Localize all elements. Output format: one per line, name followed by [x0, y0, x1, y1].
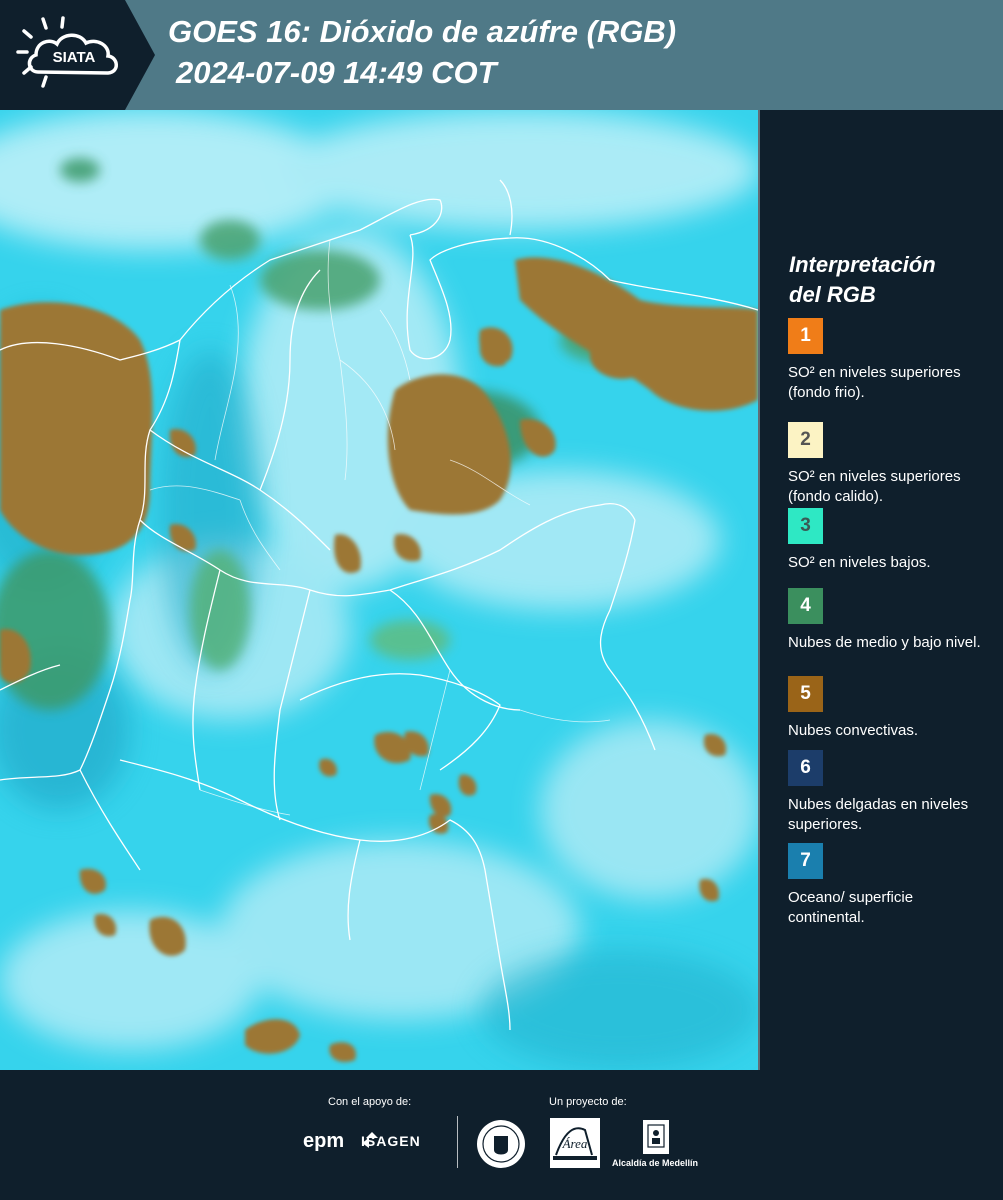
project-label: Un proyecto de:	[549, 1096, 627, 1108]
legend-text-6: Nubes delgadas en niveles superiores.	[788, 796, 969, 833]
legend-item-1: 1 SO² en niveles superiores (fondo frio).	[788, 318, 993, 403]
legend-text-1: SO² en niveles superiores (fondo frio).	[788, 364, 961, 401]
legend-title-line1: Interpretación	[789, 252, 936, 277]
medellin-seal-icon	[477, 1120, 525, 1168]
legend-swatch-6: 6	[788, 750, 823, 786]
legend-item-6: 6 Nubes delgadas en niveles superiores.	[788, 750, 993, 835]
svg-text:Área: Área	[562, 1136, 588, 1151]
alcaldia-shield-icon	[643, 1120, 669, 1154]
legend-text-7: Oceano/ superficie continental.	[788, 889, 914, 926]
legend-panel: Interpretación del RGB 1 SO² en niveles s…	[760, 110, 1003, 1070]
support-label: Con el apoyo de:	[328, 1096, 412, 1108]
satellite-map-image	[0, 110, 758, 1070]
legend-title: Interpretación del RGB	[789, 250, 989, 310]
legend-item-4: 4 Nubes de medio y bajo nivel.	[788, 588, 993, 653]
alcaldia-logo-text: Alcaldía de Medellín	[612, 1158, 699, 1168]
footer-divider	[457, 1116, 458, 1168]
legend-item-2: 2 SO² en niveles superiores (fondo calido…	[788, 422, 993, 507]
legend-item-3: 3 SO² en niveles bajos.	[788, 508, 993, 573]
siata-logo-graphic: SIATA	[0, 0, 155, 110]
legend-swatch-2: 2	[788, 422, 823, 458]
legend-text-5: Nubes convectivas.	[788, 722, 919, 739]
footer-logos: Área	[362, 1118, 669, 1168]
legend-swatch-3: 3	[788, 508, 823, 544]
epm-logo: epm	[303, 1130, 345, 1152]
page-title: GOES 16: Dióxido de azúfre (RGB)	[168, 14, 677, 49]
legend-swatch-7: 7	[788, 843, 823, 879]
page-timestamp: 2024-07-09 14:49 COT	[176, 55, 497, 90]
header-bar: SIATA GOES 16: Dióxido de azúfre (RGB) 2…	[0, 0, 1003, 110]
legend-text-3: SO² en niveles bajos.	[788, 554, 931, 571]
legend-swatch-5: 5	[788, 676, 823, 712]
area-metropolitana-icon: Área	[550, 1118, 600, 1168]
legend-text-2: SO² en niveles superiores (fondo calido)…	[788, 468, 961, 505]
legend-text-4: Nubes de medio y bajo nivel.	[788, 634, 981, 651]
legend-swatch-1: 1	[788, 318, 823, 354]
siata-logo: SIATA	[0, 0, 155, 110]
siata-logo-text: SIATA	[53, 49, 96, 66]
legend-title-line2: del RGB	[789, 282, 876, 307]
footer: Área	[0, 1070, 1003, 1200]
isagen-logo: ISAGEN	[361, 1133, 421, 1149]
legend-swatch-4: 4	[788, 588, 823, 624]
satellite-map	[0, 110, 758, 1070]
legend-item-5: 5 Nubes convectivas.	[788, 676, 993, 741]
legend-item-7: 7 Oceano/ superficie continental.	[788, 843, 993, 928]
